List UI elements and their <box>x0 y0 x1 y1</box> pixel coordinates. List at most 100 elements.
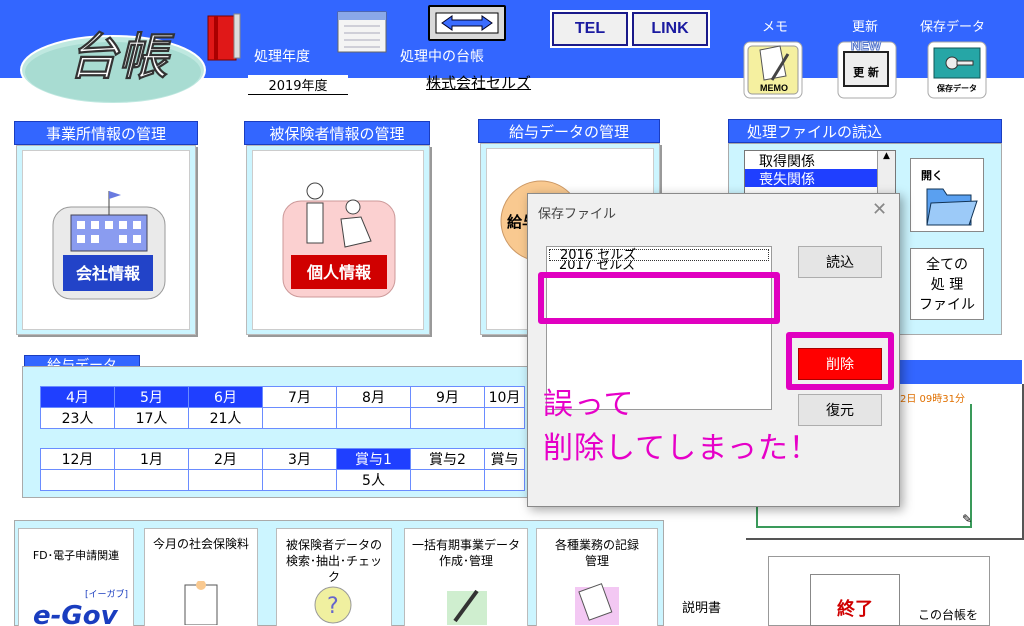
fd-egov-button[interactable]: FD･電子申請関連 [イーガブ] e-Gov <box>18 528 134 626</box>
bonus-cell[interactable]: 賞与1 <box>336 448 411 470</box>
bonus-cell[interactable]: 賞与2 <box>410 448 485 470</box>
count-cell: 21人 <box>188 407 263 429</box>
memo-icon-text: MEMO <box>760 83 788 93</box>
double-arrow-icon <box>435 12 499 34</box>
annotation-line2: 削除してしまった！ <box>543 431 820 466</box>
switch-arrows-button[interactable] <box>428 5 506 41</box>
manual-label[interactable]: 説明書 <box>682 597 721 616</box>
month-cell[interactable]: 4月 <box>40 386 115 408</box>
month-cell[interactable]: 7月 <box>262 386 337 408</box>
memo-label: メモ <box>762 20 789 35</box>
count-cell <box>410 469 485 491</box>
ledger-note: この台帳を <box>918 608 979 622</box>
salary-table-row1: 4月 5月 6月 7月 8月 9月 10月 23人 17人 21人 <box>40 386 525 429</box>
company-info-button[interactable]: 会社情報 <box>22 150 190 330</box>
bonus-cell[interactable]: 賞与 <box>484 448 525 470</box>
annotation-text: 誤って 削除してしまった！ <box>543 383 820 471</box>
building-icon: 会社情報 <box>52 191 166 300</box>
count-cell <box>262 469 337 491</box>
count-cell: 23人 <box>40 407 115 429</box>
eraser-icon[interactable]: ✎ <box>962 512 972 526</box>
list-scrollbar[interactable]: ▲ <box>877 151 895 199</box>
notebook-icon <box>575 583 619 625</box>
insured-search-button[interactable]: 被保険者データの検索･抽出･チェック ? <box>276 528 392 626</box>
count-cell <box>114 469 189 491</box>
file-type-item-selected[interactable]: 喪失関係 <box>745 169 877 188</box>
saved-data-icon-text: 保存データ <box>936 83 977 93</box>
monthly-label: 今月の社会保険料 <box>153 537 250 551</box>
all-files-line2: 処 理 <box>930 277 964 293</box>
daichou-logo[interactable]: 台帳 <box>18 14 208 106</box>
bulk-project-button[interactable]: 一括有期事業データ作成･管理 <box>404 528 528 626</box>
key-box-icon: 保存データ <box>927 41 987 99</box>
saved-file-item[interactable]: 2017 セルズ <box>547 261 771 271</box>
calculator-icon <box>184 581 218 625</box>
annotation-line1: 誤って <box>543 387 635 422</box>
folder-open-icon <box>926 188 978 226</box>
update-label: 更新 <box>852 20 879 35</box>
insured-section-title: 被保険者情報の管理 <box>244 121 430 145</box>
count-cell: 17人 <box>114 407 189 429</box>
calendar-icon[interactable] <box>334 10 390 56</box>
file-load-title: 処理ファイルの読込 <box>728 119 1002 143</box>
count-cell <box>262 407 337 429</box>
records-button[interactable]: 各種業務の記録管理 <box>536 528 658 626</box>
all-files-button[interactable]: 全ての 処 理 ファイル <box>910 248 984 320</box>
count-cell <box>336 407 411 429</box>
month-cell[interactable]: 10月 <box>484 386 525 408</box>
monthly-insurance-button[interactable]: 今月の社会保険料 <box>144 528 258 626</box>
egov-logo: e-Gov <box>33 601 118 626</box>
update-button[interactable]: NEW 更 新 <box>836 36 900 102</box>
file-type-item[interactable]: 取得関係 <box>745 151 895 170</box>
records-label: 各種業務の記録管理 <box>555 538 640 568</box>
egov-sub: [イーガブ] <box>85 590 129 600</box>
update-icon: NEW 更 新 <box>837 38 897 99</box>
memo-panel-header <box>880 360 1022 384</box>
fiscal-year-label: 処理年度 <box>254 49 310 65</box>
link-button[interactable]: LINK <box>630 10 710 48</box>
month-cell[interactable]: 8月 <box>336 386 411 408</box>
salary-table-row2: 12月 1月 2月 3月 賞与1 賞与2 賞与 5人 <box>40 448 525 491</box>
binder-icon <box>207 13 241 61</box>
current-ledger-label: 処理中の台帳 <box>400 49 484 65</box>
load-button[interactable]: 読込 <box>798 246 882 278</box>
month-cell[interactable]: 1月 <box>114 448 189 470</box>
month-cell[interactable]: 3月 <box>262 448 337 470</box>
update-new-text: NEW <box>851 38 882 53</box>
count-cell <box>484 407 525 429</box>
memo-timestamp: 2日 09時31分 <box>900 394 965 405</box>
fd-label: FD･電子申請関連 <box>32 549 120 562</box>
count-cell <box>410 407 485 429</box>
logo-text: 台帳 <box>68 28 174 86</box>
month-cell[interactable]: 12月 <box>40 448 115 470</box>
month-cell[interactable]: 2月 <box>188 448 263 470</box>
memo-button[interactable]: MEMO <box>742 36 806 102</box>
dialog-title: 保存ファイル <box>538 207 617 222</box>
personal-info-button[interactable]: 個人情報 <box>252 150 424 330</box>
bulk-label: 一括有期事業データ作成･管理 <box>411 538 520 568</box>
tel-button[interactable]: TEL <box>550 10 630 48</box>
saved-file-item[interactable]: 2016 セルズ <box>549 249 769 262</box>
month-cell[interactable]: 5月 <box>114 386 189 408</box>
count-cell <box>40 469 115 491</box>
salary-section-title: 給与データの管理 <box>478 119 660 143</box>
company-info-label: 会社情報 <box>76 264 141 283</box>
count-cell: 5人 <box>336 469 411 491</box>
close-icon[interactable]: ✕ <box>872 199 887 220</box>
all-files-line3: ファイル <box>919 297 975 313</box>
office-section-title: 事業所情報の管理 <box>14 121 198 145</box>
month-cell[interactable]: 9月 <box>410 386 485 408</box>
highlight-delete-button <box>786 332 894 390</box>
saved-data-button[interactable]: 保存データ <box>926 36 990 102</box>
fiscal-year-value: 2019年度 <box>248 75 348 95</box>
current-ledger-value: 株式会社セルズ <box>426 74 532 92</box>
svg-text:?: ? <box>327 594 339 619</box>
person-desk-icon: 個人情報 <box>282 182 396 298</box>
highlight-deleted-item <box>538 272 780 324</box>
search-label: 被保険者データの検索･抽出･チェック <box>285 538 382 584</box>
open-file-button[interactable]: 開く <box>910 158 984 232</box>
month-cell[interactable]: 6月 <box>188 386 263 408</box>
exit-button[interactable]: 終了 <box>810 574 900 626</box>
count-cell <box>188 469 263 491</box>
personal-info-label: 個人情報 <box>306 263 372 282</box>
